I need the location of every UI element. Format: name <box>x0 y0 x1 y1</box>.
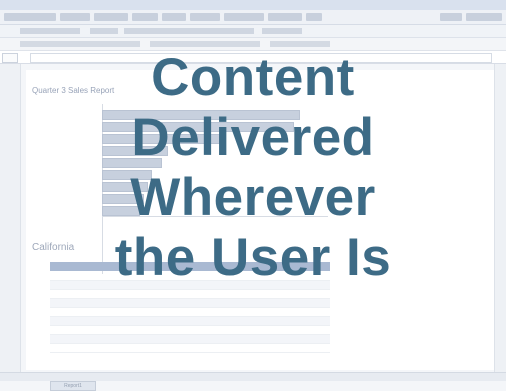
toolbar-item[interactable] <box>132 13 158 21</box>
toolbar-item[interactable] <box>190 13 220 21</box>
headline-line-1: Content <box>151 48 355 107</box>
toolbar-item[interactable] <box>466 13 502 21</box>
toolbar-item[interactable] <box>4 13 56 21</box>
headline-line-2: Delivered <box>131 108 375 167</box>
sheet-tab[interactable]: Report1 <box>50 381 96 391</box>
headline-line-3: Wherever <box>130 168 376 227</box>
toolbar-item[interactable] <box>162 13 186 21</box>
toolbar-item[interactable] <box>306 13 322 21</box>
status-bar <box>0 372 506 381</box>
toolbar-item[interactable] <box>268 13 302 21</box>
toolbar-item[interactable] <box>94 13 128 21</box>
toolbar-item[interactable] <box>150 41 260 47</box>
window-titlebar <box>0 0 506 10</box>
format-toolbar <box>0 25 506 38</box>
toolbar-item[interactable] <box>440 13 462 21</box>
toolbar-item[interactable] <box>124 28 254 34</box>
main-toolbar <box>0 10 506 25</box>
headline-overlay: Content Delivered Wherever the User Is <box>0 48 506 358</box>
toolbar-item[interactable] <box>20 28 80 34</box>
headline-line-4: the User Is <box>114 228 392 287</box>
toolbar-item[interactable] <box>224 13 264 21</box>
toolbar-item[interactable] <box>90 28 118 34</box>
toolbar-item[interactable] <box>20 41 140 47</box>
toolbar-item[interactable] <box>262 28 302 34</box>
toolbar-item[interactable] <box>270 41 330 47</box>
toolbar-item[interactable] <box>60 13 90 21</box>
